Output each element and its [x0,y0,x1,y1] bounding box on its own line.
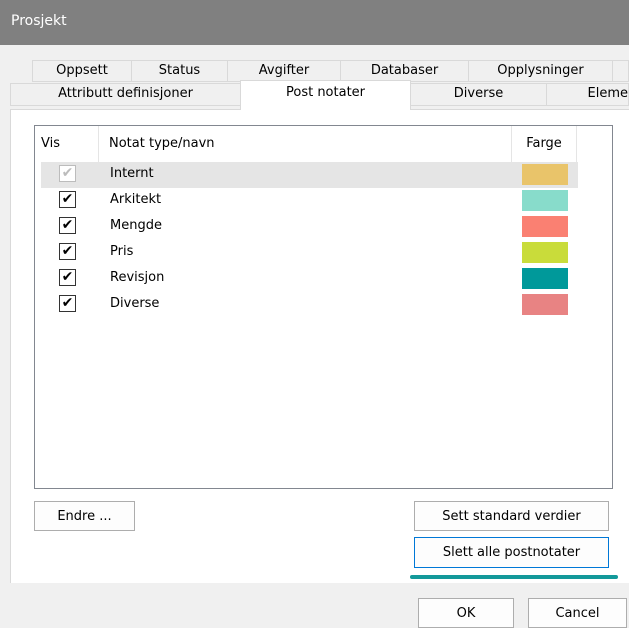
color-swatch[interactable] [522,268,568,289]
title-bar: Prosjekt [0,0,629,45]
tab-elementer[interactable]: Eleme [546,83,629,106]
checkbox-arkitekt[interactable]: ✔ [59,191,76,208]
set-defaults-button[interactable]: Sett standard verdier [414,501,609,531]
tab-oppsett[interactable]: Oppsett [32,60,132,82]
list-item[interactable]: ✔ Revisjon [41,266,578,292]
color-swatch[interactable] [522,164,568,185]
focus-highlight [410,575,618,579]
ok-button[interactable]: OK [418,598,514,628]
tab-databaser[interactable]: Databaser [340,60,469,82]
note-name: Diverse [110,296,160,311]
tab-avgifter[interactable]: Avgifter [227,60,341,82]
tab-diverse[interactable]: Diverse [410,83,547,106]
list-item[interactable]: ✔ Internt [41,162,578,188]
note-name: Internt [110,166,154,181]
note-name: Mengde [110,218,162,233]
list-item[interactable]: ✔ Pris [41,240,578,266]
list-item[interactable]: ✔ Mengde [41,214,578,240]
window-title: Prosjekt [11,13,67,29]
checkbox-internt[interactable]: ✔ [59,165,76,182]
list-item[interactable]: ✔ Diverse [41,292,578,318]
cancel-button[interactable]: Cancel [528,598,627,628]
note-name: Pris [110,244,134,259]
checkbox-mengde[interactable]: ✔ [59,217,76,234]
tab-status[interactable]: Status [131,60,228,82]
column-header-vis[interactable]: Vis [35,126,99,162]
tab-post-notater[interactable]: Post notater [240,80,411,110]
column-header-name[interactable]: Notat type/navn [99,126,512,162]
delete-all-notes-button[interactable]: Slett alle postnotater [414,537,609,568]
note-name: Revisjon [110,270,165,285]
tab-more[interactable] [612,60,629,82]
checkbox-diverse[interactable]: ✔ [59,295,76,312]
checkbox-revisjon[interactable]: ✔ [59,269,76,286]
checkbox-pris[interactable]: ✔ [59,243,76,260]
color-swatch[interactable] [522,190,568,211]
edit-button[interactable]: Endre ... [34,501,135,531]
note-name: Arkitekt [110,192,162,207]
color-swatch[interactable] [522,216,568,237]
color-swatch[interactable] [522,242,568,263]
tab-attributt-definisjoner[interactable]: Attributt definisjoner [10,83,241,106]
color-swatch[interactable] [522,294,568,315]
column-header-farge[interactable]: Farge [512,126,577,162]
notes-list[interactable]: Vis Notat type/navn Farge ✔ Internt ✔ Ar… [34,125,613,489]
list-item[interactable]: ✔ Arkitekt [41,188,578,214]
tab-opplysninger[interactable]: Opplysninger [468,60,613,82]
